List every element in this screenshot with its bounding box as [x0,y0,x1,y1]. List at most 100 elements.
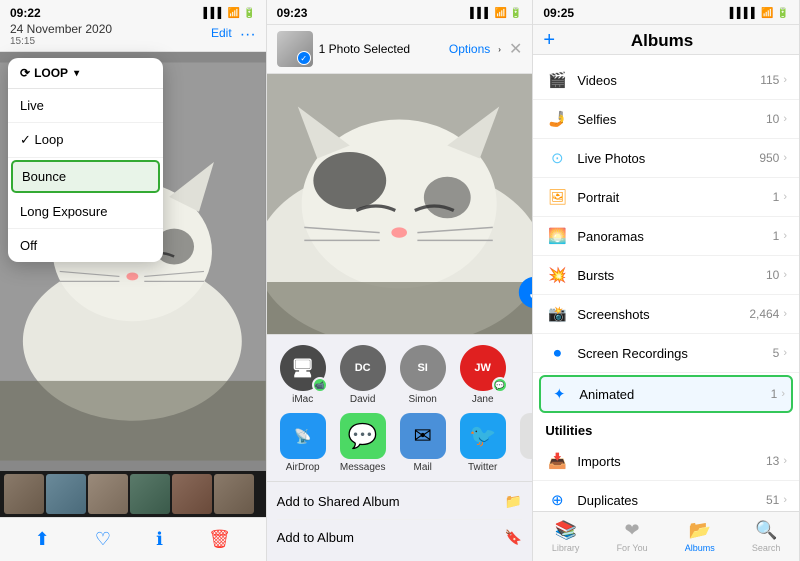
heart-icon[interactable]: ♡ [95,529,111,550]
imac-icon: 🖥 [291,358,314,379]
album-duplicates-name: Duplicates [577,493,766,508]
album-imports[interactable]: 📥 Imports 13 › [533,442,799,481]
album-icon: 🔖 [505,529,522,546]
tab-for-you[interactable]: ❤ For You [617,520,648,553]
thumb-item[interactable] [172,474,212,514]
dropdown-item-live[interactable]: Live [8,89,163,123]
add-album-action[interactable]: Add to Album 🔖 [277,520,523,555]
album-duplicates[interactable]: ⊕ Duplicates 51 › [533,481,799,511]
album-duplicates-count: 51 [766,493,779,507]
dropdown-item-long-exposure[interactable]: Long Exposure [8,195,163,229]
album-panoramas-count: 1 [773,229,780,243]
messages-app[interactable]: 💬 Messages [337,413,389,473]
more-app[interactable]: ··· More [517,413,533,473]
share-icon[interactable]: ⬆ [35,529,50,550]
tab-search[interactable]: 🔍 Search [752,520,781,553]
mail-app[interactable]: ✉ Mail [397,413,449,473]
album-screenshots[interactable]: 📸 Screenshots 2,464 › [533,295,799,334]
p2-selected-thumb: ✓ [277,31,313,67]
p3-utilities-title: Utilities [533,415,799,442]
p2-cat-photo-svg: ✓ [267,74,533,334]
p2-action-row: Add to Shared Album 📁 Add to Album 🔖 [267,481,533,557]
videos-icon: 🎬 [545,68,569,92]
album-imports-name: Imports [577,454,766,469]
album-live-count: 950 [759,151,779,165]
album-bursts-name: Bursts [577,268,766,283]
album-panoramas[interactable]: 🌅 Panoramas 1 › [533,217,799,256]
chevron-icon: › [783,74,787,86]
tab-library[interactable]: 📚 Library [552,520,580,553]
simon-label: Simon [408,394,436,405]
thumb-item[interactable] [88,474,128,514]
dropdown-item-off[interactable]: Off [8,229,163,262]
mail-icon: ✉ [400,413,446,459]
p1-date: 24 November 2020 15:15 [10,22,112,47]
chevron-icon: › [783,230,787,242]
jane-label: Jane [472,394,494,405]
album-bursts-count: 10 [766,268,779,282]
animated-icon: ✦ [547,382,571,406]
p2-share-sheet: 🖥 📹 iMac DC David SI Simon JW 💬 Jane [267,334,533,561]
p2-time: 09:23 [277,6,308,20]
p1-status-icons: ▌▌▌ 📶 🔋 [204,8,256,19]
twitter-app[interactable]: 🐦 Twitter [457,413,509,473]
messages-icon: 💬 [340,413,386,459]
panoramas-icon: 🌅 [545,224,569,248]
album-screen-recordings[interactable]: ⏺ Screen Recordings 5 › [533,334,799,373]
contact-david[interactable]: DC David [337,345,389,405]
thumb-item[interactable] [46,474,86,514]
album-bursts[interactable]: 💥 Bursts 10 › [533,256,799,295]
info-icon[interactable]: ℹ [156,529,163,550]
p2-header: 09:23 ▌▌▌ 📶 🔋 [267,0,533,25]
album-selfies[interactable]: 🤳 Selfies 10 › [533,100,799,139]
jane-avatar: JW 💬 [460,345,506,391]
album-videos[interactable]: 🎬 Videos 115 › [533,61,799,100]
airdrop-icon: 📡 [280,413,326,459]
album-live-photos[interactable]: ⊙ Live Photos 950 › [533,139,799,178]
p3-header: 09:25 ▌▌▌▌ 📶 🔋 [533,0,799,25]
simon-avatar: SI [400,345,446,391]
contact-imac[interactable]: 🖥 📹 iMac [277,345,329,405]
p2-close-button[interactable]: ✕ [509,39,522,59]
chevron-icon: › [783,494,787,506]
contact-simon[interactable]: SI Simon [397,345,449,405]
p2-check-icon: ✓ [297,51,311,65]
p1-more-button[interactable]: ··· [240,26,256,44]
tab-library-label: Library [552,543,580,553]
tab-for-you-label: For You [617,543,648,553]
svg-text:📡: 📡 [294,427,312,445]
p3-tab-bar: 📚 Library ❤ For You 📂 Albums 🔍 Search [533,511,799,561]
p3-add-button[interactable]: + [543,29,555,52]
thumb-item[interactable] [214,474,254,514]
album-portrait[interactable]: 🖼 Portrait 1 › [533,178,799,217]
p1-edit-button[interactable]: Edit [211,26,232,44]
p1-live-dropdown: ⟳ LOOP ▾ Live ✓ Loop Bounce Long Exposur… [8,58,163,262]
dropdown-item-loop[interactable]: ✓ Loop [8,123,163,158]
add-shared-album-action[interactable]: Add to Shared Album 📁 [277,484,523,520]
dropdown-item-bounce[interactable]: Bounce [11,160,160,193]
album-imports-count: 13 [766,454,779,468]
trash-icon[interactable]: 🗑 [208,529,231,550]
album-live-name: Live Photos [577,151,759,166]
twitter-label: Twitter [468,462,497,473]
p3-album-list: 🎬 Videos 115 › 🤳 Selfies 10 › ⊙ Live Pho… [533,55,799,511]
bursts-icon: 💥 [545,263,569,287]
tab-albums[interactable]: 📂 Albums [685,520,715,553]
airdrop-app[interactable]: 📡 AirDrop [277,413,329,473]
p2-options-button[interactable]: Options [449,42,490,56]
david-label: David [350,394,376,405]
contact-jane[interactable]: JW 💬 Jane [457,345,509,405]
p1-dropdown-header[interactable]: ⟳ LOOP ▾ [8,58,163,89]
screenshots-icon: 📸 [545,302,569,326]
thumb-item[interactable] [4,474,44,514]
thumb-item[interactable] [130,474,170,514]
p2-main-photo: ✓ [267,74,533,334]
p1-actions: Edit ··· [211,26,256,44]
album-screenshots-name: Screenshots [577,307,749,322]
albums-tab-icon: 📂 [689,520,711,541]
album-animated[interactable]: ✦ Animated 1 › [539,375,793,413]
airdrop-label: AirDrop [286,462,320,473]
portrait-icon: 🖼 [545,185,569,209]
p3-time: 09:25 [543,6,574,20]
chevron-icon: › [783,308,787,320]
